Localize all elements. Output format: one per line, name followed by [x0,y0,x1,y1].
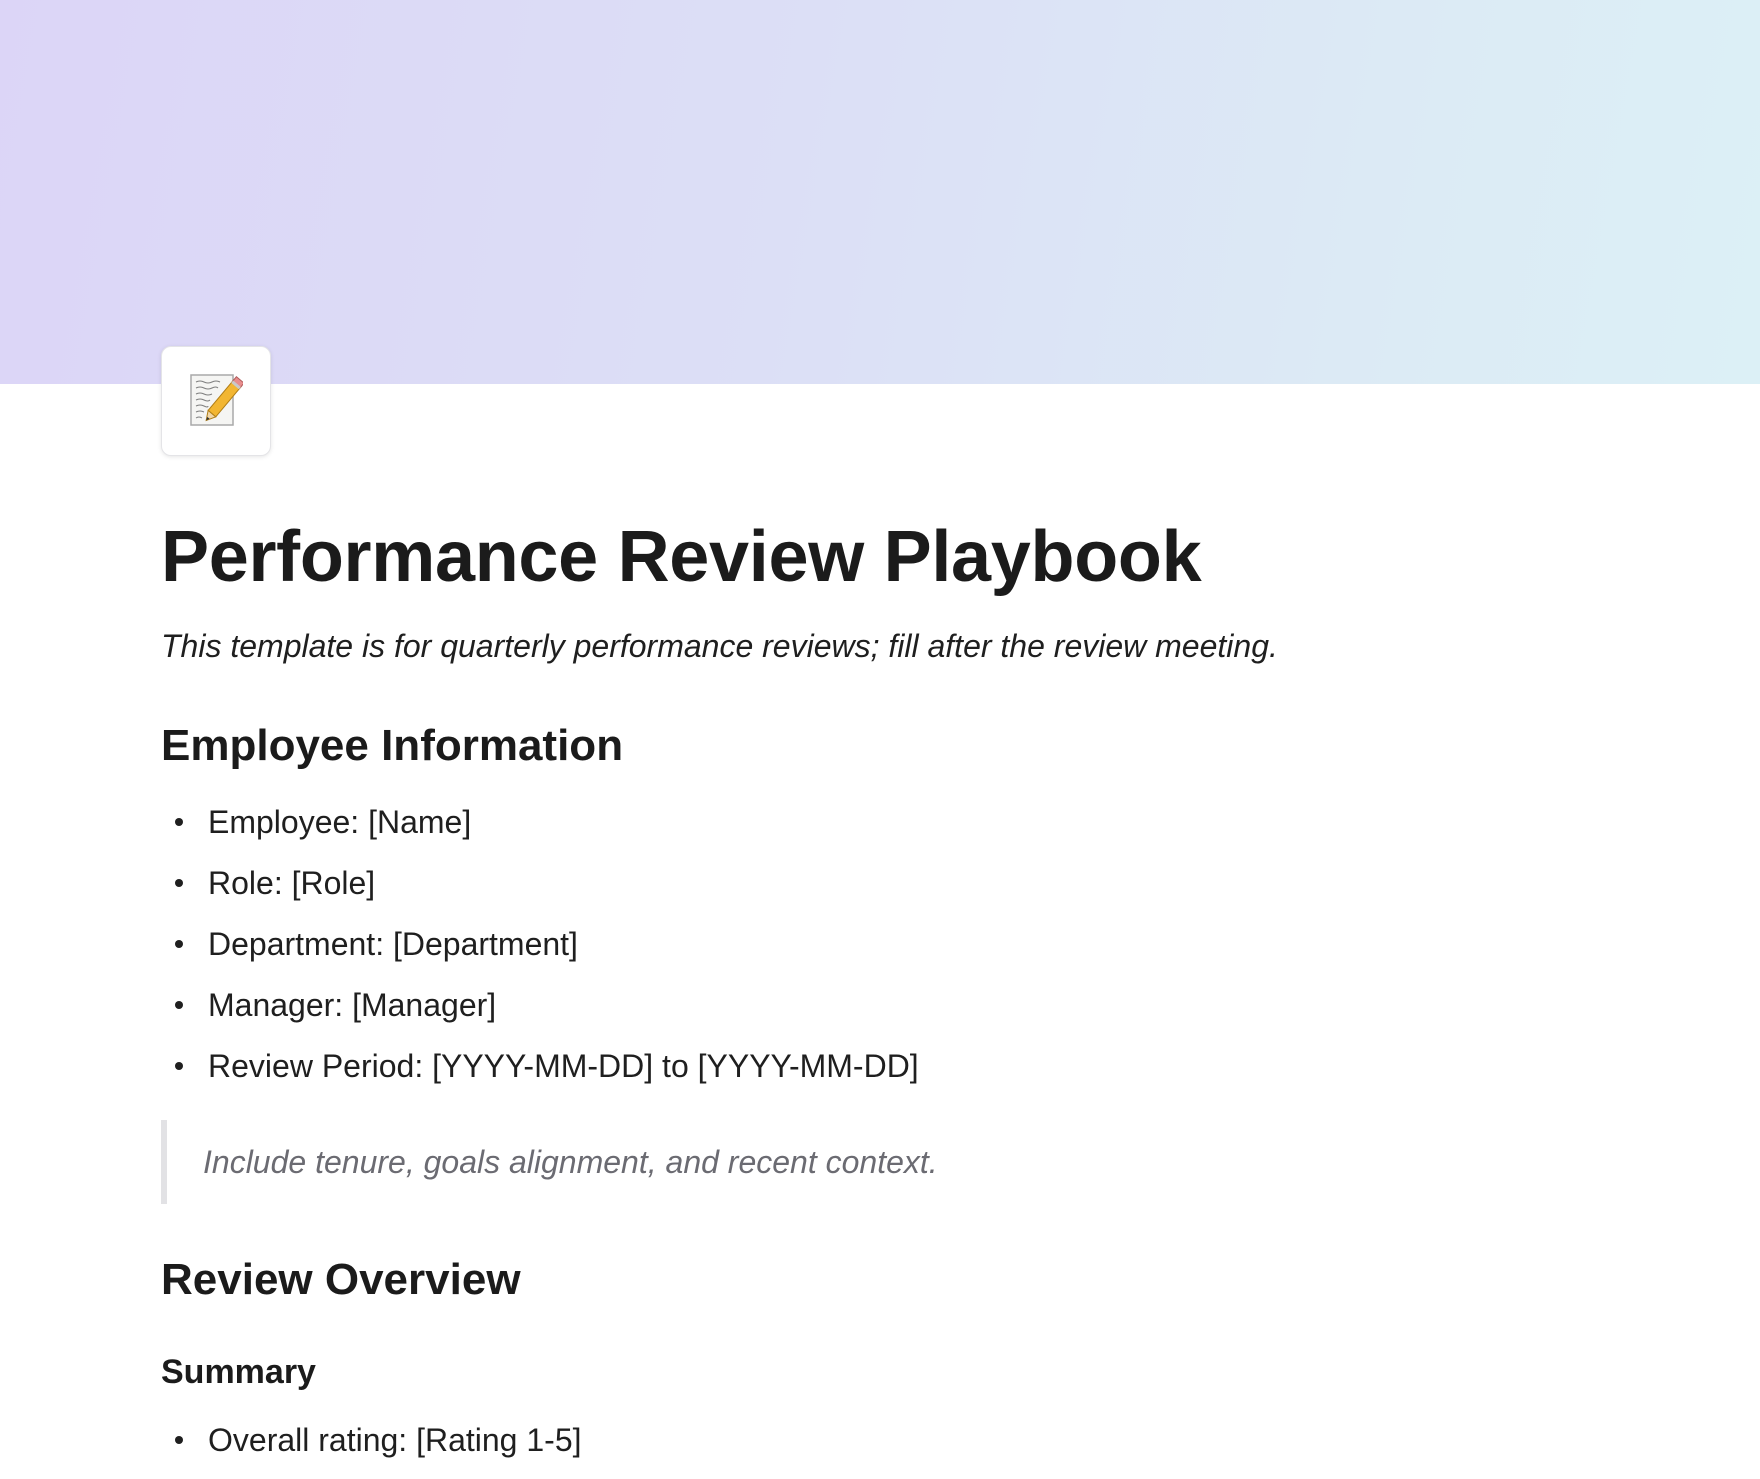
list-item[interactable]: Review Period: [YYYY-MM-DD] to [YYYY-MM-… [161,1044,919,1105]
summary-list: Overall rating: [Rating 1-5] [161,1418,582,1479]
list-item[interactable]: Manager: [Manager] [161,983,919,1044]
heading-review-overview[interactable]: Review Overview [161,1252,521,1308]
list-item[interactable]: Department: [Department] [161,922,919,983]
employee-info-list: Employee: [Name] Role: [Role] Department… [161,800,919,1105]
list-item[interactable]: Role: [Role] [161,861,919,922]
page-cover[interactable] [0,0,1760,384]
page-intro[interactable]: This template is for quarterly performan… [161,624,1278,668]
page-title[interactable]: Performance Review Playbook [161,512,1202,602]
callout-text: Include tenure, goals alignment, and rec… [203,1144,938,1180]
list-item[interactable]: Overall rating: [Rating 1-5] [161,1418,582,1479]
memo-icon [190,374,243,426]
page-icon-button[interactable] [161,346,271,456]
list-item[interactable]: Employee: [Name] [161,800,919,861]
quote-callout[interactable]: Include tenure, goals alignment, and rec… [161,1120,1461,1204]
heading-summary[interactable]: Summary [161,1350,316,1394]
heading-employee-information[interactable]: Employee Information [161,718,623,774]
